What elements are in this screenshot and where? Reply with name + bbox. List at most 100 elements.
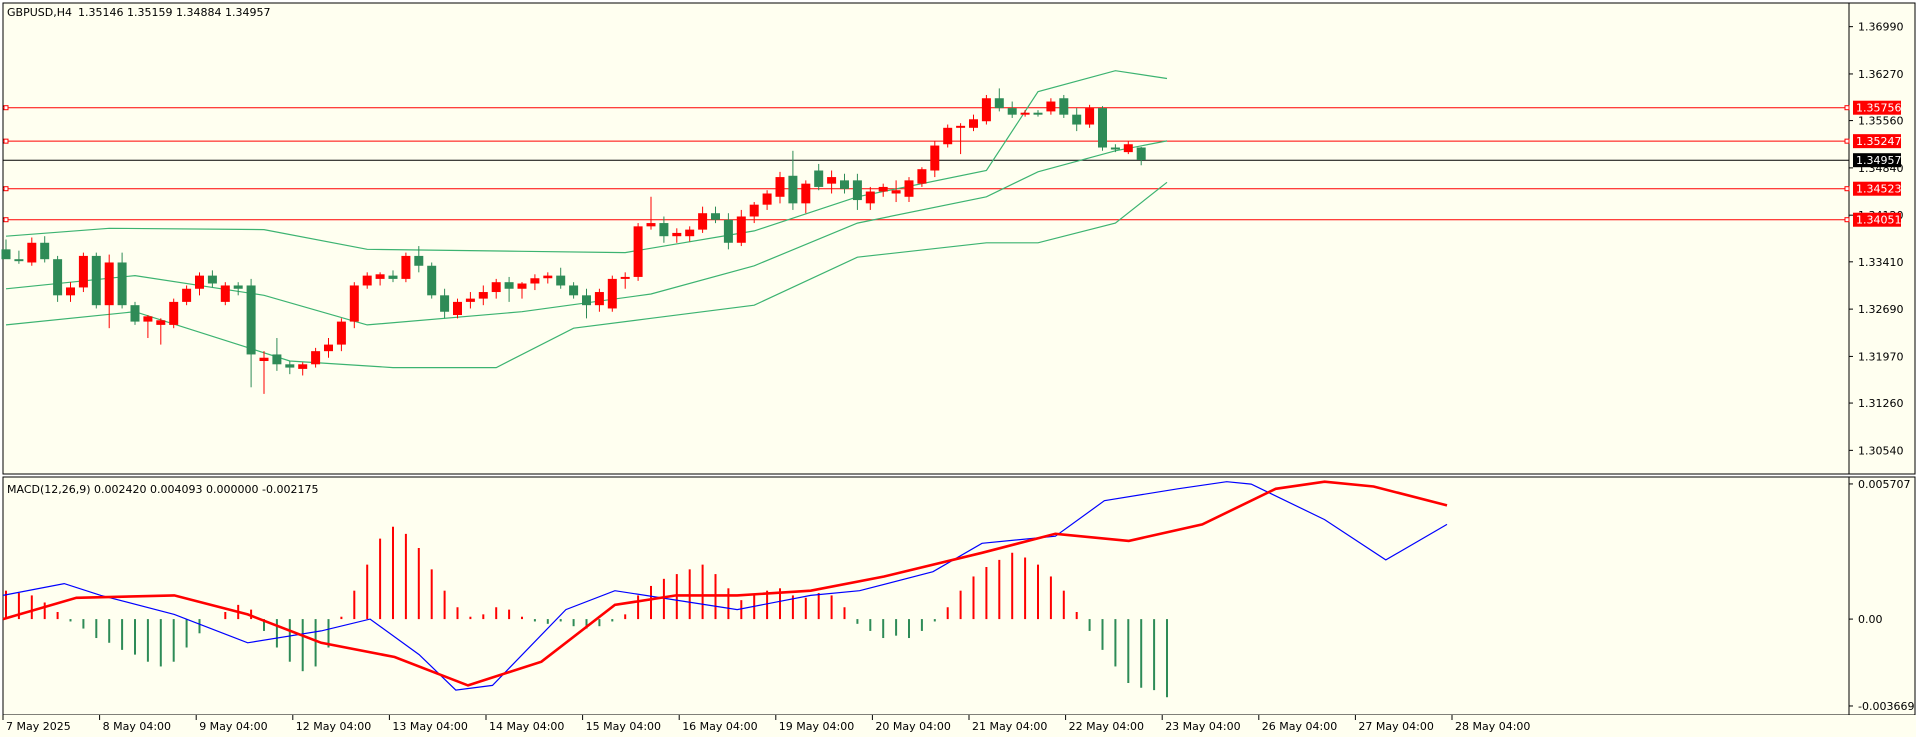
candle-body: [1098, 108, 1107, 148]
time-tick-label: 21 May 04:00: [972, 720, 1047, 733]
time-tick-label: 28 May 04:00: [1455, 720, 1530, 733]
candle-body: [917, 169, 927, 184]
candle-body: [375, 274, 385, 279]
candle-body: [1, 249, 11, 260]
candle-body: [620, 276, 630, 279]
price-tick-label: 1.36270: [1858, 68, 1904, 81]
price-tick-label: 1.33410: [1858, 256, 1904, 269]
candle-body: [878, 186, 888, 192]
candle-body: [659, 223, 669, 237]
candle-body: [569, 285, 579, 296]
candle-body: [969, 119, 978, 128]
candle-body: [233, 285, 243, 289]
candle-body: [491, 282, 501, 293]
candle-body: [130, 305, 140, 322]
candle-body: [1136, 147, 1146, 160]
candle-body: [259, 357, 269, 362]
candle-body: [775, 177, 785, 197]
symbol-header: GBPUSD,H4: [7, 6, 72, 19]
macd-axis-frame: [1848, 476, 1916, 716]
candle-body: [91, 255, 101, 306]
candle-body: [169, 301, 179, 325]
level-handle-right: [1844, 138, 1850, 144]
level-handle-right: [1844, 105, 1850, 111]
time-tick-label: 19 May 04:00: [779, 720, 854, 733]
candle-body: [272, 354, 282, 365]
candle-body: [517, 283, 527, 289]
current-price-label: 1.34957: [1856, 154, 1902, 167]
candle-body: [27, 242, 37, 263]
candle-body: [801, 183, 811, 204]
macd-panel-frame[interactable]: [2, 476, 1850, 716]
candle-body: [504, 282, 514, 289]
level-handle-right: [1844, 217, 1850, 223]
price-tick-label: 1.35560: [1858, 115, 1904, 128]
candle-body: [362, 275, 372, 286]
price-panel-frame[interactable]: [2, 2, 1850, 475]
time-tick-label: 16 May 04:00: [682, 720, 757, 733]
candle-body: [336, 321, 346, 345]
price-tick-label: 1.32690: [1858, 303, 1904, 316]
time-tick-label: 27 May 04:00: [1358, 720, 1433, 733]
time-tick-label: 14 May 04:00: [489, 720, 564, 733]
candle-body: [814, 170, 824, 187]
candle-body: [994, 98, 1004, 109]
candle-body: [840, 180, 849, 189]
level-handle-left: [3, 138, 9, 144]
level-handle-left: [3, 217, 9, 223]
candle-body: [788, 175, 798, 204]
candle-body: [698, 213, 708, 230]
candle-body: [1123, 144, 1133, 153]
candle-body: [736, 216, 746, 243]
candle-body: [582, 295, 591, 306]
candle-body: [324, 344, 333, 352]
candle-body: [401, 255, 411, 279]
time-tick-label: 9 May 04:00: [199, 720, 267, 733]
price-tick-label: 1.31970: [1858, 350, 1904, 363]
time-tick-label: 23 May 04:00: [1165, 720, 1240, 733]
price-tick-label: 1.31260: [1858, 397, 1904, 410]
candle-body: [117, 262, 127, 306]
candle-body: [1110, 147, 1120, 150]
candle-body: [53, 259, 63, 296]
candle-body: [904, 180, 914, 197]
candle-body: [298, 364, 308, 369]
candle-body: [981, 98, 991, 122]
trading-chart[interactable]: 1.369901.362701.355601.348401.341201.334…: [0, 0, 1916, 737]
price-tick-label: 1.36990: [1858, 21, 1904, 34]
level-price-label: 1.34523: [1856, 183, 1902, 196]
level-price-label: 1.35247: [1856, 135, 1902, 148]
candle-body: [246, 285, 256, 355]
candle-body: [478, 292, 488, 299]
ohlc-values: 1.35146 1.35159 1.34884 1.34957: [78, 6, 270, 19]
level-handle-left: [3, 186, 9, 192]
candle-body: [749, 204, 759, 217]
candle-body: [852, 180, 862, 201]
candle-body: [195, 275, 204, 289]
candle-body: [349, 285, 359, 322]
candle-body: [285, 364, 295, 368]
candle-body: [556, 275, 566, 286]
candle-body: [530, 278, 540, 284]
candle-body: [723, 219, 733, 243]
candle-body: [143, 316, 153, 322]
candle-body: [1072, 114, 1082, 125]
candle-body: [182, 288, 192, 302]
candle-body: [104, 262, 114, 306]
macd-tick-label: 0.00: [1858, 613, 1883, 626]
candle-body: [685, 229, 695, 237]
candle-body: [440, 295, 450, 312]
candle-body: [1033, 112, 1043, 115]
candle-body: [1007, 108, 1017, 115]
macd-header: MACD(12,26,9) 0.002420 0.004093 0.000000…: [7, 483, 318, 496]
candle-body: [1020, 112, 1030, 115]
candle-body: [1059, 98, 1069, 115]
candle-body: [14, 259, 24, 262]
candle-body: [453, 301, 462, 316]
price-tick-label: 1.30540: [1858, 444, 1904, 457]
candle-body: [633, 226, 643, 277]
time-axis-strip: [0, 715, 1916, 737]
time-tick-label: 22 May 04:00: [1069, 720, 1144, 733]
level-handle-right: [1844, 186, 1850, 192]
candle-body: [207, 275, 217, 284]
